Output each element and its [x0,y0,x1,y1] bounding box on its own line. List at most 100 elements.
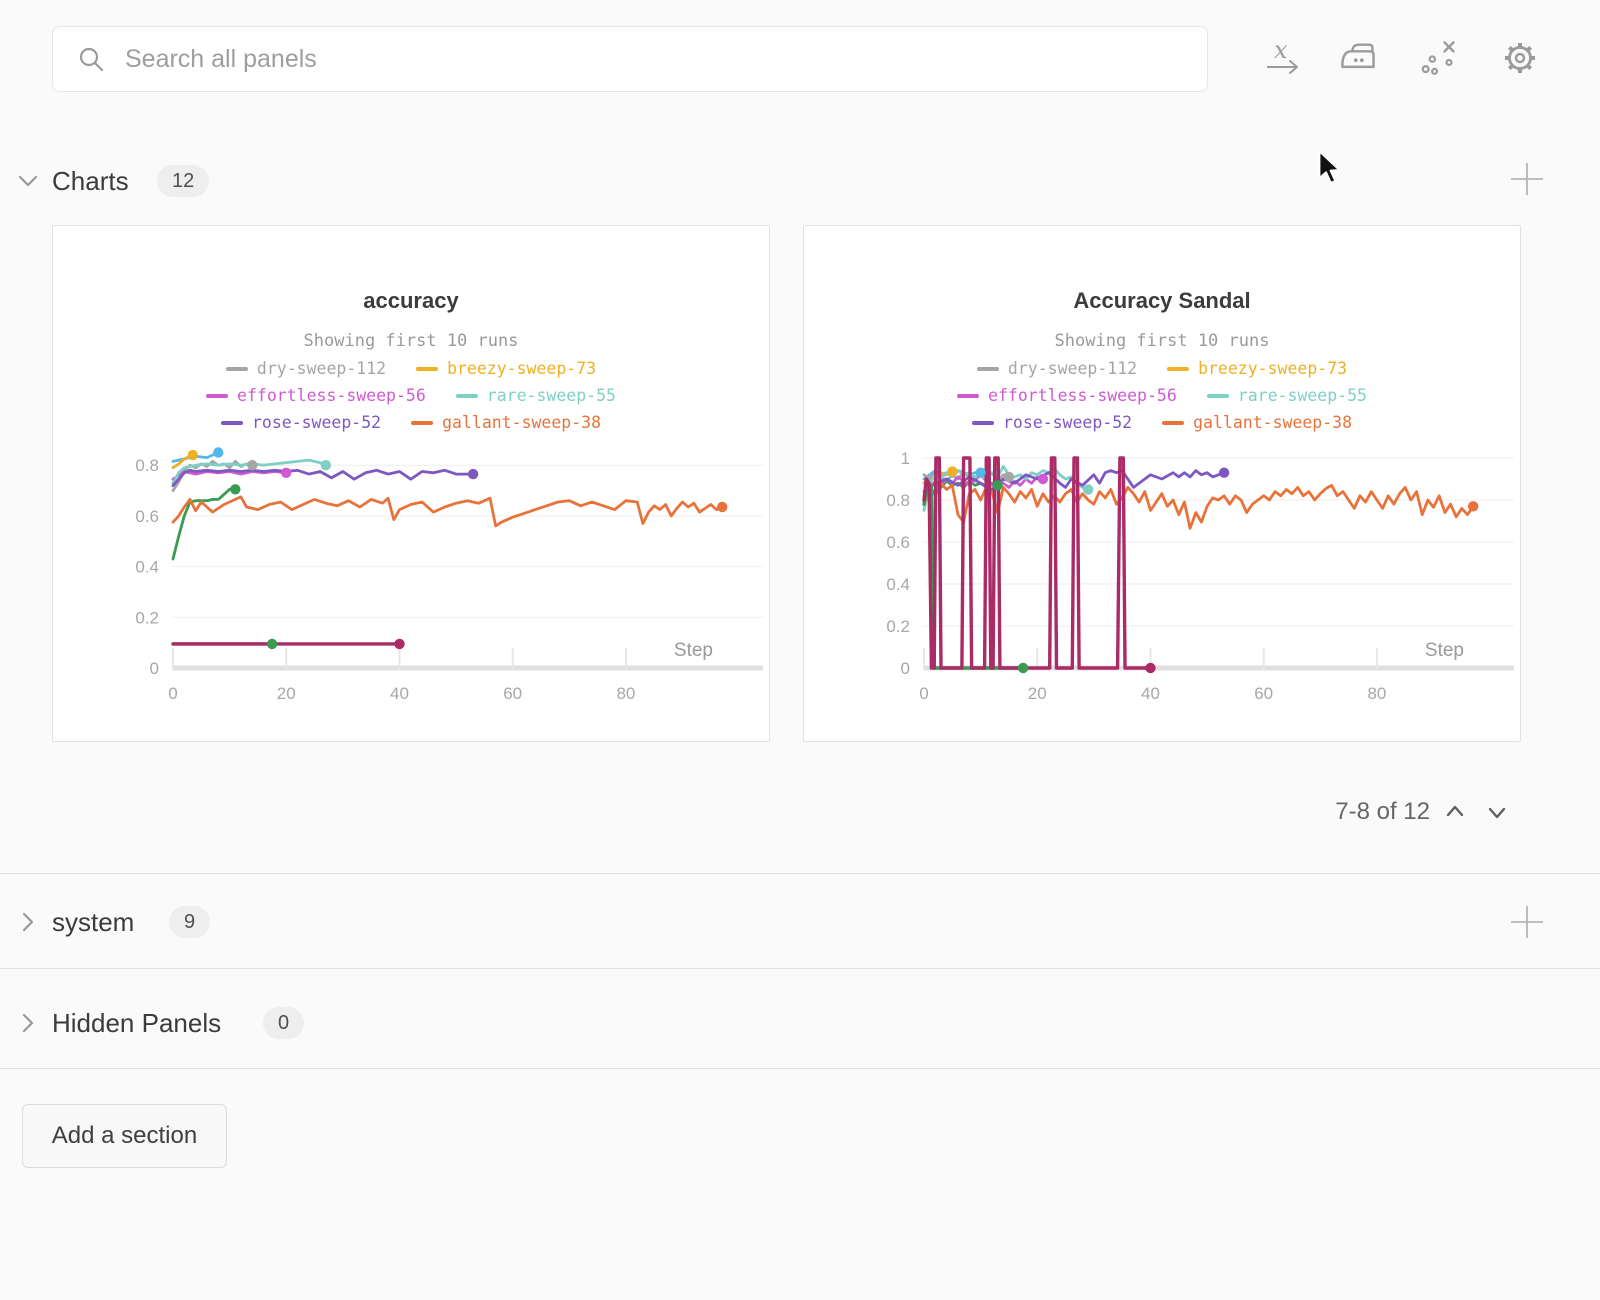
search-input[interactable] [123,44,1127,75]
legend-run-name: breezy-sweep-73 [447,359,596,378]
chevron-down-icon [14,167,42,195]
pagination-next-button[interactable] [1480,795,1514,829]
hidden-panels-count-badge: 0 [263,1007,304,1039]
legend-line-swatch [411,421,433,425]
search-icon [77,45,105,73]
svg-text:0: 0 [919,684,928,703]
plus-icon [1508,903,1546,941]
x-axis-icon: x [1260,36,1304,80]
svg-text:x: x [1274,36,1288,64]
hidden-panels-expand-chevron[interactable] [14,1009,42,1037]
outliers-scatter-icon [1419,38,1459,78]
system-section-title: system [52,907,134,938]
chart-title: accuracy [53,288,769,314]
legend-item[interactable]: effortless-sweep-56 [957,386,1177,405]
outliers-button[interactable] [1417,36,1461,80]
charts-count-badge: 12 [157,165,209,197]
settings-gear-icon [1500,38,1540,78]
chart-legend: dry-sweep-112 breezy-sweep-73 effortless-s… [804,355,1520,436]
add-panel-button[interactable] [1508,160,1546,198]
legend-item[interactable]: breezy-sweep-73 [1167,359,1347,378]
legend-run-name: breezy-sweep-73 [1198,359,1347,378]
svg-text:1: 1 [901,449,910,468]
charts-section-title: Charts [52,166,129,197]
svg-text:0.6: 0.6 [135,507,159,526]
legend-line-swatch [416,367,438,371]
pagination-prev-button[interactable] [1438,795,1472,829]
legend-run-name: dry-sweep-112 [1008,359,1137,378]
svg-text:0: 0 [901,659,910,678]
svg-text:Step: Step [1425,640,1464,661]
svg-text:40: 40 [1141,684,1160,703]
chevron-up-icon [1440,797,1470,827]
legend-run-name: rare-sweep-55 [487,386,616,405]
legend-line-swatch [1162,421,1184,425]
mouse-cursor [1318,150,1348,186]
legend-line-swatch [972,421,994,425]
svg-text:60: 60 [1254,684,1273,703]
add-a-section-button[interactable]: Add a section [22,1104,227,1168]
chevron-right-icon [14,908,42,936]
chevron-down-icon [1482,797,1512,827]
add-system-panel-button[interactable] [1508,903,1546,941]
legend-line-swatch [226,367,248,371]
svg-text:0.8: 0.8 [135,456,159,475]
legend-item[interactable]: rare-sweep-55 [1207,386,1367,405]
legend-line-swatch [977,367,999,371]
legend-item[interactable]: dry-sweep-112 [977,359,1137,378]
legend-line-swatch [221,421,243,425]
chart-title: Accuracy Sandal [804,288,1520,314]
chevron-right-icon [14,1009,42,1037]
search-panels-box[interactable] [52,26,1208,92]
plus-icon [1508,160,1546,198]
legend-run-name: effortless-sweep-56 [988,386,1177,405]
chart-panel-accuracy[interactable]: accuracy Showing first 10 runs dry-sweep… [52,225,770,742]
chart-subtitle: Showing first 10 runs [53,331,769,351]
system-count-badge: 9 [169,906,210,938]
chart-legend: dry-sweep-112 breezy-sweep-73 effortless-s… [53,355,769,436]
section-divider [0,968,1600,969]
legend-run-name: rare-sweep-55 [1238,386,1367,405]
legend-run-name: dry-sweep-112 [257,359,386,378]
svg-text:40: 40 [390,684,409,703]
smoothing-iron-icon [1338,38,1378,78]
hidden-panels-section-title: Hidden Panels [52,1008,221,1039]
x-axis-settings-button[interactable]: x [1260,36,1304,80]
svg-text:0.8: 0.8 [886,491,910,510]
accuracy-sandal-line-chart[interactable]: 0 0.2 0.4 0.6 0.8 1 0 20 40 60 80 Step [804,426,1520,726]
charts-pagination: 7-8 of 12 [1280,793,1530,831]
legend-run-name: effortless-sweep-56 [237,386,426,405]
system-section-expand-chevron[interactable] [14,908,42,936]
legend-line-swatch [957,394,979,398]
svg-text:0.2: 0.2 [135,608,159,627]
settings-button[interactable] [1498,36,1542,80]
legend-item[interactable]: effortless-sweep-56 [206,386,426,405]
svg-text:0.4: 0.4 [886,575,910,594]
legend-item[interactable]: dry-sweep-112 [226,359,386,378]
accuracy-line-chart[interactable]: 0 0.2 0.4 0.6 0.8 0 20 40 60 80 Step [53,426,769,726]
svg-text:0: 0 [168,684,177,703]
svg-text:80: 80 [616,684,635,703]
chart-subtitle: Showing first 10 runs [804,331,1520,351]
svg-text:80: 80 [1367,684,1386,703]
svg-text:60: 60 [503,684,522,703]
charts-section-collapse-chevron[interactable] [14,167,42,195]
legend-item[interactable]: breezy-sweep-73 [416,359,596,378]
svg-text:0.4: 0.4 [135,558,159,577]
svg-text:0.6: 0.6 [886,533,910,552]
svg-text:Step: Step [674,640,713,661]
pagination-label: 7-8 of 12 [1280,798,1430,826]
svg-text:0: 0 [150,659,159,678]
svg-text:0.2: 0.2 [886,617,910,636]
section-divider [0,873,1600,874]
legend-item[interactable]: rare-sweep-55 [456,386,616,405]
chart-panel-accuracy-sandal[interactable]: Accuracy Sandal Showing first 10 runs dr… [803,225,1521,742]
legend-line-swatch [1207,394,1229,398]
section-divider [0,1068,1600,1069]
panels-workspace-page: { "search": { "placeholder": "Search all… [0,0,1600,1300]
svg-text:20: 20 [277,684,296,703]
legend-line-swatch [206,394,228,398]
svg-text:20: 20 [1028,684,1047,703]
smoothing-button[interactable] [1336,36,1380,80]
legend-line-swatch [1167,367,1189,371]
